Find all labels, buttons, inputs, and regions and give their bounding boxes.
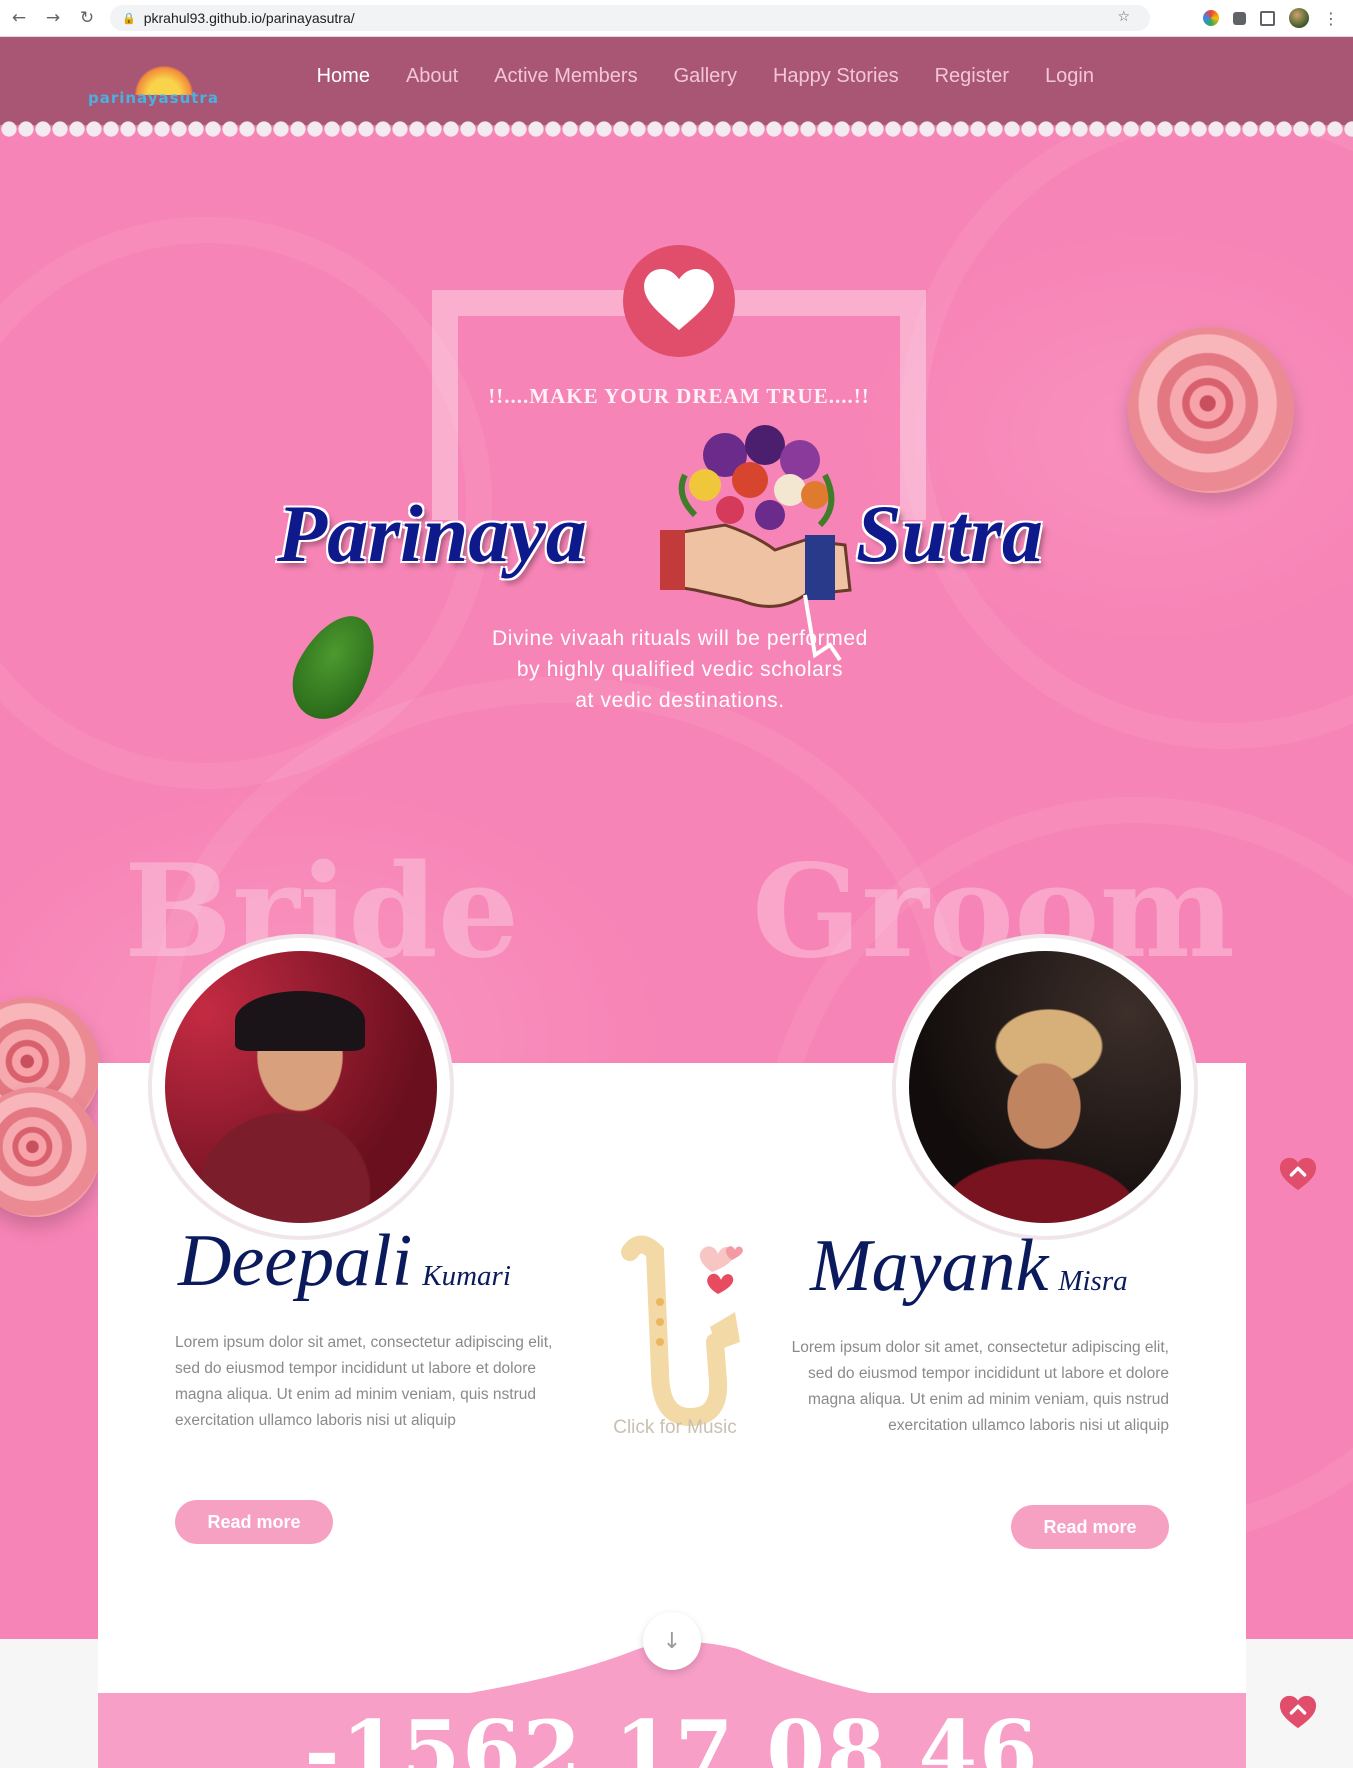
main-nav: Home About Active Members Gallery Happy … (281, 65, 1094, 88)
nav-register[interactable]: Register (935, 65, 1009, 88)
hero-description: Divine vivaah rituals will be performed … (430, 623, 930, 716)
bride-name: Deepali Kumari (178, 1219, 511, 1304)
bride-read-more-button[interactable]: Read more (175, 1500, 333, 1544)
nav-gallery[interactable]: Gallery (674, 65, 737, 88)
hero-description-line: by highly qualified vedic scholars (516, 658, 844, 681)
website: parinayasutra Home About Active Members … (0, 37, 1353, 1768)
hero-tagline: !!....MAKE YOUR DREAM TRUE....!! (488, 384, 870, 408)
groom-first-name: Mayank (810, 1225, 1049, 1307)
profile-avatar[interactable] (1289, 8, 1309, 28)
site-header: parinayasutra Home About Active Members … (0, 37, 1353, 125)
bride-photo-frame (152, 938, 450, 1236)
groom-bio: Lorem ipsum dolor sit amet, consectetur … (791, 1339, 1169, 1434)
bride-last-name: Kumari (422, 1260, 511, 1292)
countdown-timer: -1562 17 08 46 (304, 1702, 1040, 1768)
groom-last-name: Misra (1058, 1265, 1128, 1297)
extensions-area: ⋮ (1203, 8, 1339, 28)
reload-icon[interactable]: ↻ (72, 8, 102, 28)
hero-description-line: Divine vivaah rituals will be performed (492, 627, 868, 650)
nav-login[interactable]: Login (1045, 65, 1094, 88)
browser-menu-icon[interactable]: ⋮ (1323, 9, 1339, 28)
heart-chevron-up-icon[interactable] (1279, 1693, 1317, 1731)
nav-home[interactable]: Home (317, 65, 370, 88)
back-icon[interactable]: ← (4, 8, 34, 28)
groom-photo (909, 951, 1181, 1223)
color-extension-icon[interactable] (1203, 10, 1219, 26)
bookmark-star-icon[interactable]: ☆ (1117, 9, 1130, 25)
pearl-border (0, 121, 1353, 137)
bride-photo (165, 951, 437, 1223)
groom-photo-frame (896, 938, 1194, 1236)
forward-icon[interactable]: → (38, 8, 68, 28)
arrow-down-icon[interactable]: ↓ (643, 1612, 701, 1670)
nav-active-members[interactable]: Active Members (494, 65, 637, 88)
lock-icon: 🔒 (122, 11, 136, 25)
nav-happy-stories[interactable]: Happy Stories (773, 65, 899, 88)
heart-badge (623, 245, 735, 357)
groom-read-more-button[interactable]: Read more (1011, 1505, 1169, 1549)
bride-first-name: Deepali (178, 1220, 413, 1302)
url-text: pkrahul93.github.io/parinayasutra/ (143, 10, 355, 26)
heart-chevron-up-icon[interactable] (1279, 1155, 1317, 1193)
music-label[interactable]: Click for Music (580, 1417, 770, 1439)
brand-right: Sutra (856, 488, 1043, 579)
address-bar[interactable]: 🔒 pkrahul93.github.io/parinayasutra/ ☆ (110, 5, 1150, 31)
logo-text: parinayasutra (88, 89, 219, 107)
saxophone-icon[interactable] (600, 1232, 750, 1442)
bride-bio: Lorem ipsum dolor sit amet, consectetur … (175, 1334, 553, 1429)
brand-left: Parinaya (277, 488, 587, 579)
nav-about[interactable]: About (406, 65, 458, 88)
groom-name: Mayank Misra (810, 1224, 1128, 1309)
browser-toolbar: ← → ↻ 🔒 pkrahul93.github.io/parinayasutr… (0, 0, 1353, 37)
site-logo[interactable]: parinayasutra (88, 55, 248, 111)
hero-description-line: at vedic destinations. (575, 689, 785, 712)
rose-image (1128, 327, 1294, 493)
extensions-puzzle-icon[interactable] (1233, 11, 1246, 25)
heart-icon (644, 269, 714, 331)
side-panel-icon[interactable] (1260, 10, 1275, 26)
